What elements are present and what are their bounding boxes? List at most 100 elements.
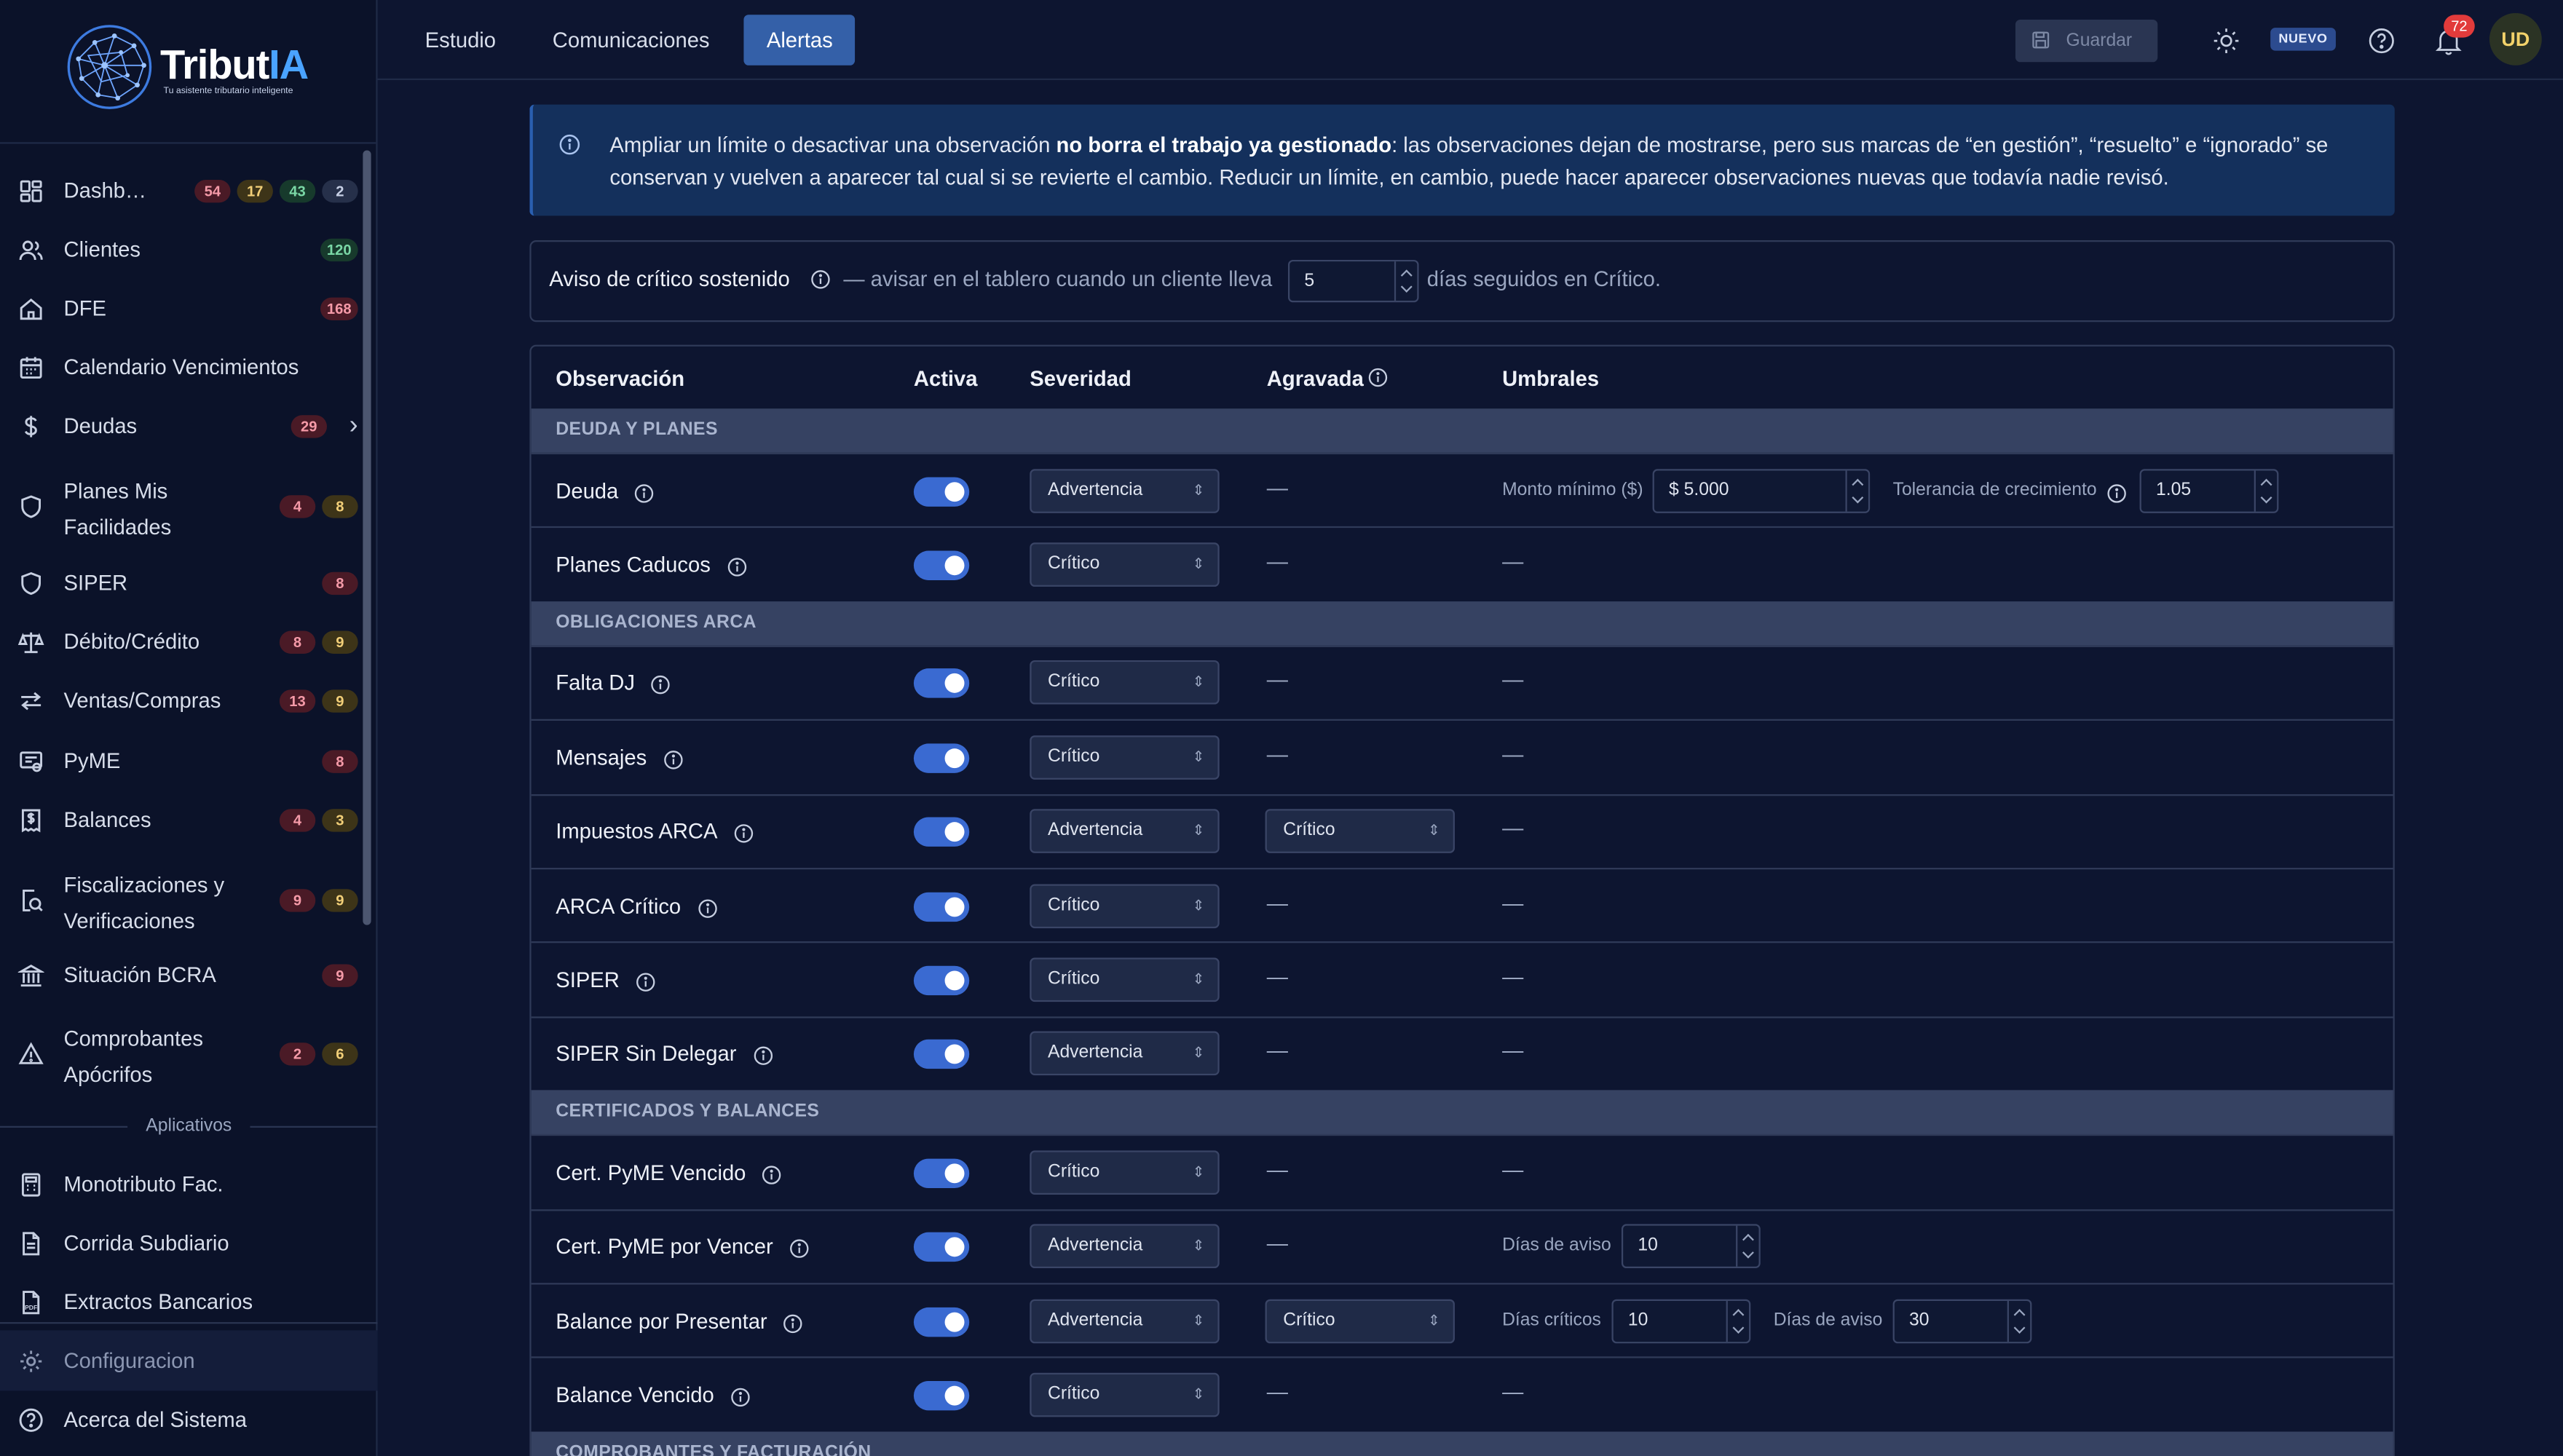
count-badge: 8 — [322, 750, 358, 773]
sidebar-item-siper[interactable]: SIPER 8 — [0, 566, 378, 601]
sidebar-item-deudas[interactable]: Deudas 29 › — [0, 408, 378, 444]
severity-select[interactable]: Advertencia — [1030, 1224, 1220, 1269]
sidebar-item-acerca[interactable]: Acerca del Sistema — [0, 1402, 378, 1438]
tab-comunicaciones[interactable]: Comunicaciones — [529, 15, 732, 66]
empty-dash: — — [1502, 549, 1524, 574]
count-badge: 9 — [322, 964, 358, 987]
threshold-input[interactable]: 1.05 — [2139, 468, 2279, 513]
calculator-icon — [21, 1173, 41, 1197]
count-badges: 29 — [291, 415, 327, 438]
info-icon[interactable] — [1368, 368, 1388, 387]
column-header-observacion: Observación — [556, 365, 685, 391]
tab-estudio[interactable]: Estudio — [402, 15, 518, 66]
active-toggle[interactable] — [913, 1307, 970, 1337]
new-badge[interactable]: NUEVO — [2270, 28, 2336, 51]
info-icon[interactable] — [663, 748, 683, 778]
sidebar-item-fiscalizaciones-y-verificaciones[interactable]: Fiscalizaciones y Verificaciones 9 9 — [0, 868, 378, 933]
severity-select[interactable]: Crítico — [1030, 1150, 1220, 1195]
active-toggle[interactable] — [913, 1233, 970, 1262]
active-toggle[interactable] — [913, 669, 970, 699]
severity-select[interactable]: Crítico — [1030, 542, 1220, 587]
logo[interactable]: TributIA Tu asistente tributario intelig… — [0, 0, 376, 144]
info-icon[interactable] — [636, 971, 655, 1000]
info-icon[interactable] — [634, 482, 654, 511]
sidebar-item-clientes[interactable]: Clientes 120 — [0, 232, 378, 268]
active-toggle[interactable] — [913, 476, 970, 507]
active-toggle[interactable] — [913, 1158, 970, 1188]
sidebar-item-dfe[interactable]: DFE 168 — [0, 291, 378, 327]
info-icon[interactable] — [783, 1312, 802, 1341]
info-icon[interactable] — [730, 1386, 750, 1415]
sidebar-app-item[interactable]: PDF Extractos Bancarios — [0, 1284, 378, 1320]
save-button[interactable]: Guardar — [2015, 19, 2158, 63]
severity-select[interactable]: Advertencia — [1030, 809, 1220, 854]
active-toggle[interactable] — [913, 1040, 970, 1070]
sidebar-item-label: SIPER — [63, 570, 128, 596]
severity-select[interactable]: Crítico — [1030, 661, 1220, 705]
search-doc-icon — [23, 890, 43, 911]
observation-name: Balance Vencido — [556, 1382, 714, 1408]
info-icon[interactable] — [789, 1238, 809, 1267]
active-toggle[interactable] — [913, 1381, 970, 1411]
stepper-arrows[interactable] — [1726, 1300, 1749, 1342]
sidebar-item-label: Ventas/Compras — [63, 688, 221, 713]
sidebar-item-ventas-compras[interactable]: Ventas/Compras 13 9 — [0, 683, 378, 719]
stepper-arrows[interactable] — [2007, 1300, 2030, 1342]
help-icon[interactable] — [2367, 26, 2396, 55]
severity-select[interactable]: Crítico — [1030, 735, 1220, 780]
tab-alertas[interactable]: Alertas — [743, 15, 856, 66]
active-toggle[interactable] — [913, 818, 970, 847]
sidebar-item-calendario-vencimientos[interactable]: Calendario Vencimientos — [0, 349, 378, 385]
threshold-input[interactable]: 10 — [1621, 1224, 1761, 1269]
severity-select[interactable]: Crítico — [1030, 1372, 1220, 1417]
info-icon[interactable] — [734, 823, 754, 852]
sidebar-item-balances[interactable]: Balances 4 3 — [0, 802, 378, 838]
chevron-right-icon[interactable]: › — [350, 408, 358, 444]
active-toggle[interactable] — [913, 965, 970, 996]
sidebar-item-débito-crédito[interactable]: Débito/Crédito 8 9 — [0, 625, 378, 660]
sidebar-app-item[interactable]: Corrida Subdiario — [0, 1226, 378, 1262]
count-badges: 99 — [279, 889, 358, 912]
stepper-arrows[interactable] — [1845, 470, 1868, 511]
severity-select[interactable]: Crítico — [1030, 883, 1220, 928]
threshold-input[interactable]: $ 5.000 — [1652, 468, 1871, 513]
empty-dash: — — [1502, 1038, 1524, 1064]
info-icon[interactable] — [698, 897, 718, 926]
active-toggle[interactable] — [913, 892, 970, 922]
sidebar-item-configuracion[interactable]: Configuracion — [0, 1343, 378, 1379]
stepper-arrows[interactable] — [2254, 470, 2277, 511]
sidebar-item-planes-mis-facilidades[interactable]: Planes Mis Facilidades 4 8 — [0, 474, 378, 539]
info-icon[interactable] — [727, 555, 747, 585]
sun-icon[interactable] — [2211, 26, 2240, 55]
threshold-input[interactable]: 30 — [1892, 1298, 2032, 1343]
stepper-arrows[interactable] — [1736, 1226, 1758, 1267]
stepper-arrows[interactable] — [1394, 261, 1417, 301]
active-toggle[interactable] — [913, 550, 970, 581]
info-icon[interactable] — [762, 1163, 781, 1192]
observation-name: Cert. PyME Vencido — [556, 1160, 746, 1185]
severity-select[interactable]: Advertencia — [1030, 1298, 1220, 1343]
sidebar-scrollbar[interactable] — [363, 150, 371, 925]
sidebar-item-label: Planes Mis Facilidades — [63, 478, 172, 539]
info-icon[interactable] — [810, 269, 830, 289]
empty-dash: — — [1502, 815, 1524, 841]
info-icon[interactable] — [2107, 482, 2127, 511]
severity-select[interactable]: Advertencia — [1030, 1032, 1220, 1077]
critical-notice-suffix: días seguidos en Crítico. — [1426, 266, 1661, 291]
aggravated-select[interactable]: Crítico — [1265, 1298, 1455, 1343]
sidebar-item-pyme[interactable]: PyME 8 — [0, 743, 378, 779]
sidebar-item-dashb[interactable]: Dashb… 54 17 43 2 — [0, 173, 378, 209]
sidebar-item-situación-bcra[interactable]: Situación BCRA 9 — [0, 958, 378, 994]
info-icon[interactable] — [650, 674, 670, 703]
threshold-input[interactable]: 10 — [1611, 1298, 1751, 1343]
aggravated-select[interactable]: Crítico — [1265, 809, 1455, 854]
severity-select[interactable]: Advertencia — [1030, 468, 1220, 513]
severity-select[interactable]: Crítico — [1030, 957, 1220, 1002]
critical-days-input[interactable]: 5 — [1287, 259, 1419, 303]
sidebar-item-comprobantes-apócrifos[interactable]: Comprobantes Apócrifos 2 6 — [0, 1021, 378, 1087]
info-icon[interactable] — [754, 1045, 773, 1075]
sidebar-app-item[interactable]: Monotributo Fac. — [0, 1167, 378, 1203]
empty-dash: — — [1266, 890, 1288, 915]
avatar[interactable]: UD — [2489, 12, 2542, 66]
active-toggle[interactable] — [913, 743, 970, 773]
